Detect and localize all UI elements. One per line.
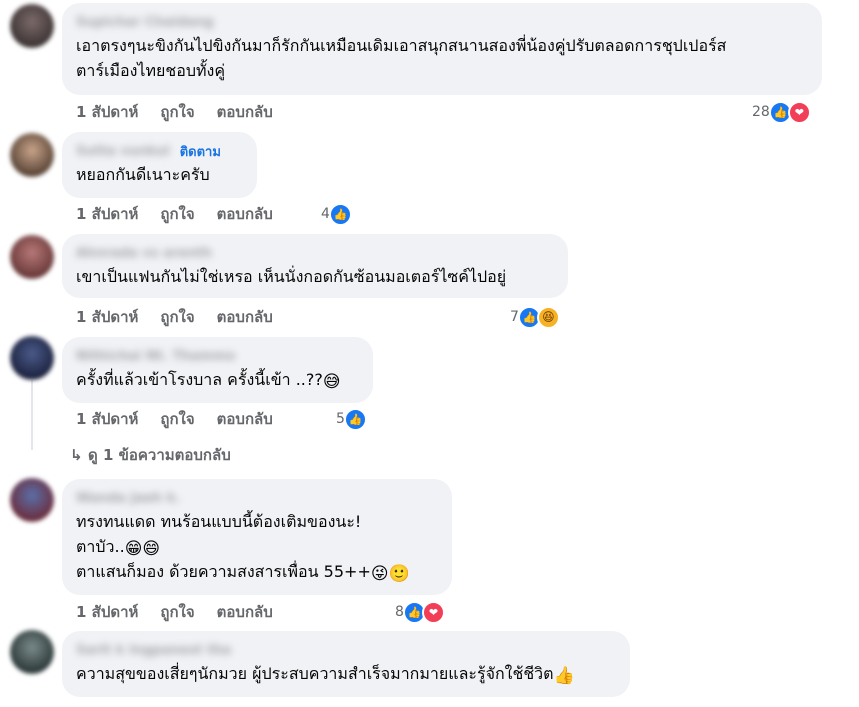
tongue-emoji: 😜 [370,564,389,584]
like-button[interactable]: ถูกใจ [160,407,194,431]
timestamp[interactable]: 1 สัปดาห์ [76,407,138,431]
reply-button[interactable]: ตอบกลับ [217,100,273,124]
comment-bubble: Wanda Jaeh k. ทรงทนแดด ทนร้อนแบบนี้ต้องเ… [62,479,452,595]
comment-text-line: ทรงทนแดด ทนร้อนแบบนี้ต้องเติมของนะ! [76,512,362,531]
follow-link[interactable]: ติดตาม [180,141,221,162]
avatar[interactable] [10,630,54,674]
timestamp[interactable]: 1 สัปดาห์ [76,600,138,624]
reaction-summary[interactable]: 8 👍 ❤ [395,600,445,624]
reply-arrow-icon: ↳ [70,446,83,464]
view-replies-link[interactable]: ↳ ดู 1 ข้อความตอบกลับ [70,443,231,467]
thumbs-up-emoji: 👍 [553,666,575,686]
reaction-summary[interactable]: 28 👍 ❤ [752,100,811,124]
reaction-summary[interactable]: 5 👍 [336,407,367,431]
comment-meta: 1 สัปดาห์ ถูกใจ ตอบกลับ [76,203,295,225]
avatar[interactable] [10,4,54,48]
love-icon: ❤ [421,600,445,624]
comment-meta: 1 สัปดาห์ ถูกใจ ตอบกลับ [76,306,295,328]
avatar[interactable] [10,133,54,177]
reply-button[interactable]: ตอบกลับ [217,202,273,226]
author-name[interactable]: Supichar Chaidang [76,15,214,30]
comment-meta: 1 สัปดาห์ ถูกใจ ตอบกลับ [76,101,295,123]
timestamp[interactable]: 1 สัปดาห์ [76,305,138,329]
love-icon: ❤ [787,100,811,124]
comment-meta: 1 สัปดาห์ ถูกใจ ตอบกลับ [76,408,295,430]
comment-bubble: Nithichai Nt. Thammo ครั้งที่แล้วเข้าโรง… [62,337,373,403]
comment-text-line: หยอกกันดีเนาะครับ [76,165,210,184]
grin-emoji: 😁 [124,539,143,559]
reaction-count: 28 [752,104,770,120]
timestamp[interactable]: 1 สัปดาห์ [76,202,138,226]
author-name[interactable]: Sutta vunkul [76,144,170,159]
comment-meta: 1 สัปดาห์ ถูกใจ ตอบกลับ [76,601,295,623]
author-name[interactable]: Nithichai Nt. Thammo [76,349,235,364]
like-button[interactable]: ถูกใจ [160,202,194,226]
like-icon: 👍 [343,407,367,431]
comment-text-line: ตาแสนก็มอง ด้วยความสงสารเพื่อน 55++😜🙂 [76,559,438,584]
reply-button[interactable]: ตอบกลับ [217,600,273,624]
reaction-summary[interactable]: 7 👍 😆 [510,305,560,329]
comment-text: ตาแสนก็มอง ด้วยความสงสารเพื่อน 55++ [76,562,371,581]
comment-text: ความสุขของเสี่ยๆนักมวย ผู้ประสบความสำเร็… [76,664,554,683]
comment-text: ครั้งที่แล้วเข้าโรงบาล ครั้งนี้เข้า ..?? [76,370,323,389]
timestamp[interactable]: 1 สัปดาห์ [76,100,138,124]
zany-emoji: 🙂 [388,564,410,584]
sweat-smile-emoji: 😅 [322,372,341,392]
reaction-summary[interactable]: 4 👍 [321,202,352,226]
thread-line [31,380,33,450]
like-button[interactable]: ถูกใจ [160,600,194,624]
comment-text-line: ความสุขของเสี่ยๆนักมวย ผู้ประสบความสำเร็… [76,661,616,686]
like-icon: 👍 [328,202,352,226]
comment-text-line: ตาร์เมืองไทยชอบทั้งคู่ [76,61,226,80]
comment-text: ตาบัว.. [76,537,125,556]
haha-icon: 😆 [536,305,560,329]
comment-bubble: Ahnrada vs arenth เขาเป็นแฟนกันไม่ใช่เหร… [62,234,568,298]
avatar[interactable] [10,478,54,522]
comment-text-line: ตาบัว..😁😄 [76,534,438,559]
avatar[interactable] [10,336,54,380]
view-replies-label: ดู 1 ข้อความตอบกลับ [88,446,231,464]
comment-bubble: Supichar Chaidang เอาตรงๆนะขิงกันไปขิงกั… [62,3,822,95]
like-button[interactable]: ถูกใจ [160,305,194,329]
grin-emoji: 😄 [142,539,161,559]
comment-text-line: เอาตรงๆนะขิงกันไปขิงกันมาก็รักกันเหมือนเ… [76,36,727,55]
like-button[interactable]: ถูกใจ [160,100,194,124]
comment-text-line: เขาเป็นแฟนกันไม่ใช่เหรอ เห็นนั่งกอดกันซ้… [76,267,507,286]
author-name[interactable]: Sarit k Ingpanest tha [76,643,231,658]
author-name[interactable]: Wanda Jaeh k. [76,491,180,506]
avatar[interactable] [10,235,54,279]
reply-button[interactable]: ตอบกลับ [217,407,273,431]
reply-button[interactable]: ตอบกลับ [217,305,273,329]
comment-bubble: Sarit k Ingpanest tha ความสุขของเสี่ยๆนั… [62,631,630,697]
comment-text-line: ครั้งที่แล้วเข้าโรงบาล ครั้งนี้เข้า ..??… [76,367,359,392]
comment-bubble: Sutta vunkul ติดตาม หยอกกันดีเนาะครับ [62,132,257,198]
author-name[interactable]: Ahnrada vs arenth [76,246,212,261]
